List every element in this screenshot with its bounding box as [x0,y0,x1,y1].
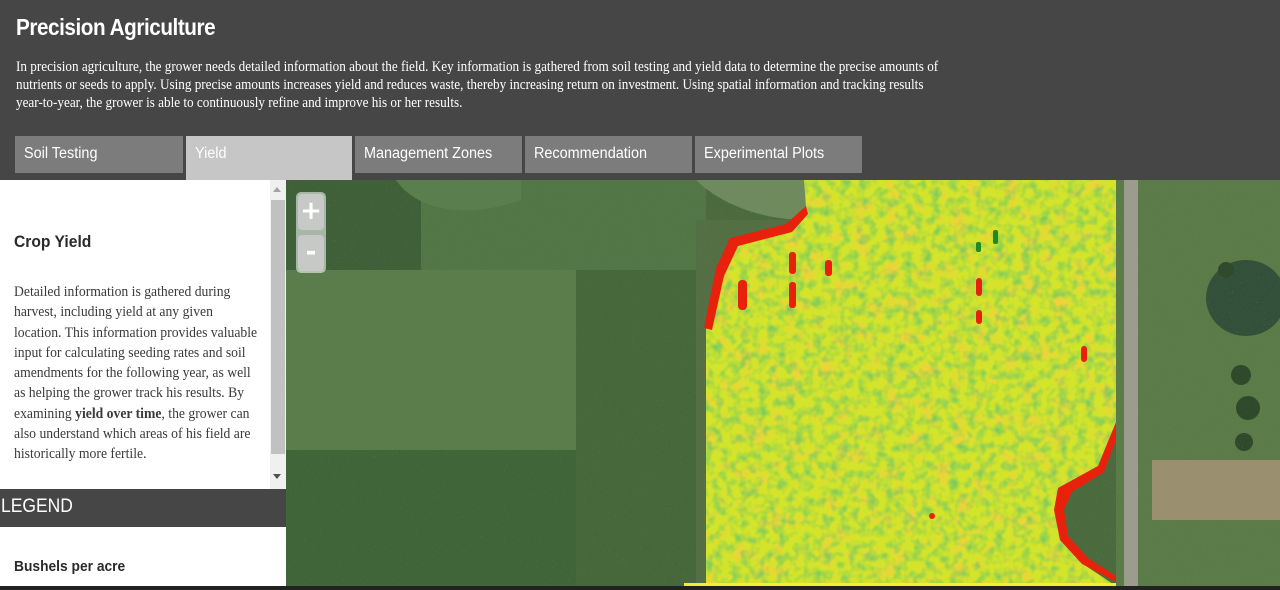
tab-yield[interactable]: Yield [186,136,352,180]
tab-management-zones[interactable]: Management Zones [355,136,522,173]
low-yield-spot [789,282,796,308]
sidebar-scrollbar[interactable] [270,180,286,489]
yield-heatmap [704,180,1116,586]
high-yield-spot [993,230,998,244]
yield-high-variation [706,180,1116,586]
low-yield-spot [929,513,935,519]
legend-header: LEGEND [0,489,286,527]
zoom-control: + - [296,192,326,273]
low-yield-spot [738,280,747,310]
low-yield-spot [825,260,832,276]
tab-label: Recommendation [534,145,647,162]
tab-recommendation[interactable]: Recommendation [525,136,692,173]
intro-paragraph: In precision agriculture, the grower nee… [16,59,939,111]
tab-label: Soil Testing [24,145,98,162]
legend-subtitle: Bushels per acre [14,558,126,575]
body-text-intro: Detailed information is gathered during … [14,284,258,422]
bottom-edge [0,586,1280,590]
scroll-down-arrow-icon[interactable] [273,474,281,479]
low-yield-spot [1081,346,1087,362]
zoom-out-button[interactable]: - [298,235,324,271]
body-text-emphasis: yield over time [75,405,162,422]
scroll-thumb[interactable] [271,200,285,454]
tab-soil-testing[interactable]: Soil Testing [15,136,183,173]
app-header: Precision Agriculture In precision agric… [0,0,1280,180]
scroll-up-arrow-icon[interactable] [273,187,281,192]
tab-label: Experimental Plots [704,145,825,162]
zoom-in-button[interactable]: + [298,194,324,230]
info-sidebar: Crop Yield Detailed information is gathe… [0,180,286,590]
sidebar-scroll-area[interactable]: Crop Yield Detailed information is gathe… [0,180,286,489]
high-yield-spot [976,242,981,252]
tab-label: Yield [195,145,227,162]
section-body: Detailed information is gathered during … [14,282,257,465]
low-yield-spot [976,310,982,324]
section-title: Crop Yield [14,232,92,251]
tab-experimental-plots[interactable]: Experimental Plots [695,136,862,173]
legend-title: LEGEND [1,496,73,517]
tab-label: Management Zones [364,145,493,162]
low-yield-spot [789,252,796,274]
low-yield-spot [976,278,982,296]
map-view[interactable]: + - [286,180,1280,586]
map-canvas[interactable] [286,180,1280,586]
app-title: Precision Agriculture [16,14,216,40]
